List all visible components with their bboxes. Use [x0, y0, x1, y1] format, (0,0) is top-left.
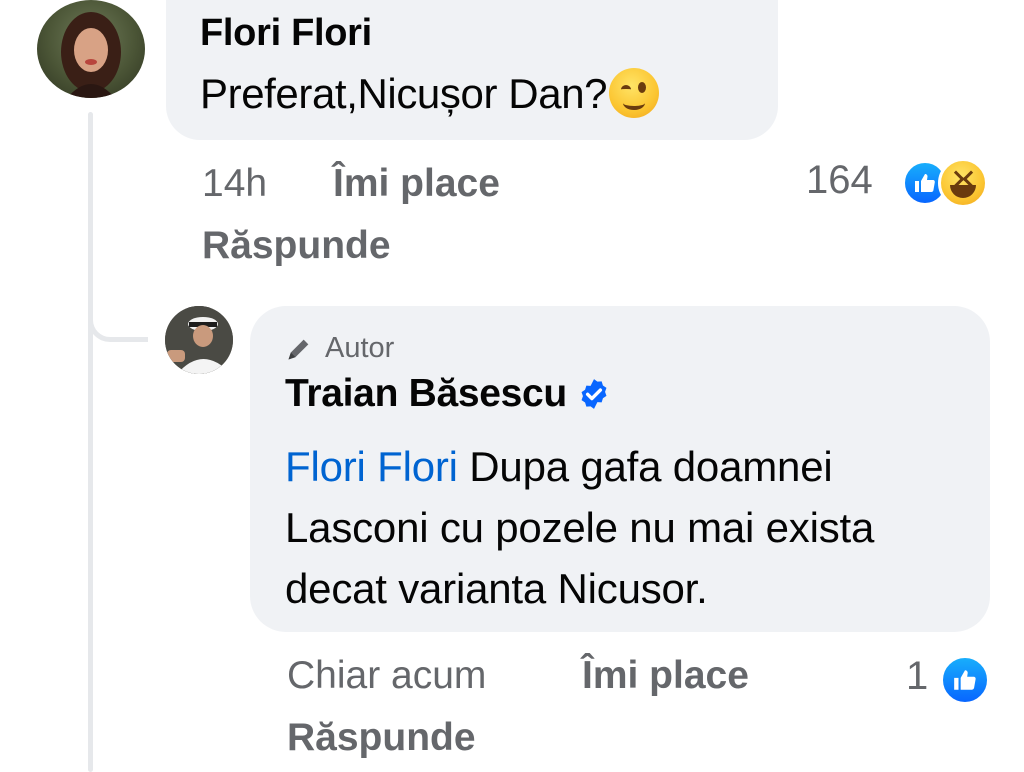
reply-reply-button[interactable]: Răspunde — [287, 716, 476, 760]
comment-timestamp[interactable]: 14h — [202, 162, 267, 206]
reply-avatar[interactable] — [165, 306, 233, 374]
author-badge: Autor — [285, 332, 394, 365]
winking-face-icon — [609, 67, 660, 118]
haha-reaction-icon[interactable] — [938, 158, 988, 208]
comment-text: Preferat,Nicușor Dan? — [200, 67, 660, 122]
reply-author-name-text[interactable]: Traian Băsescu — [285, 372, 567, 416]
reply-timestamp[interactable]: Chiar acum — [287, 654, 486, 698]
comment-reaction-count[interactable]: 164 — [806, 158, 873, 203]
author-badge-label: Autor — [325, 332, 395, 364]
verified-badge-icon — [581, 379, 607, 409]
comment-text-content: Preferat,Nicușor Dan? — [200, 70, 608, 117]
reply-connector-curve — [88, 250, 148, 342]
reply-author-name[interactable]: Traian Băsescu — [285, 372, 611, 416]
reply-reaction-count[interactable]: 1 — [906, 654, 928, 699]
avatar[interactable] — [37, 0, 145, 98]
thread-connector-line — [88, 112, 93, 772]
reply-like-button[interactable]: Îmi place — [582, 654, 749, 698]
comment-author-name[interactable]: Flori Flori — [200, 12, 372, 55]
comment-like-button[interactable]: Îmi place — [333, 162, 500, 206]
pencil-icon — [288, 339, 309, 359]
mention-link[interactable]: Flori Flori — [285, 443, 458, 490]
reply-text: Flori Flori Dupa gafa doamnei Lasconi cu… — [285, 436, 975, 619]
comment-reply-button[interactable]: Răspunde — [202, 224, 391, 268]
like-reaction-icon[interactable] — [940, 655, 990, 705]
